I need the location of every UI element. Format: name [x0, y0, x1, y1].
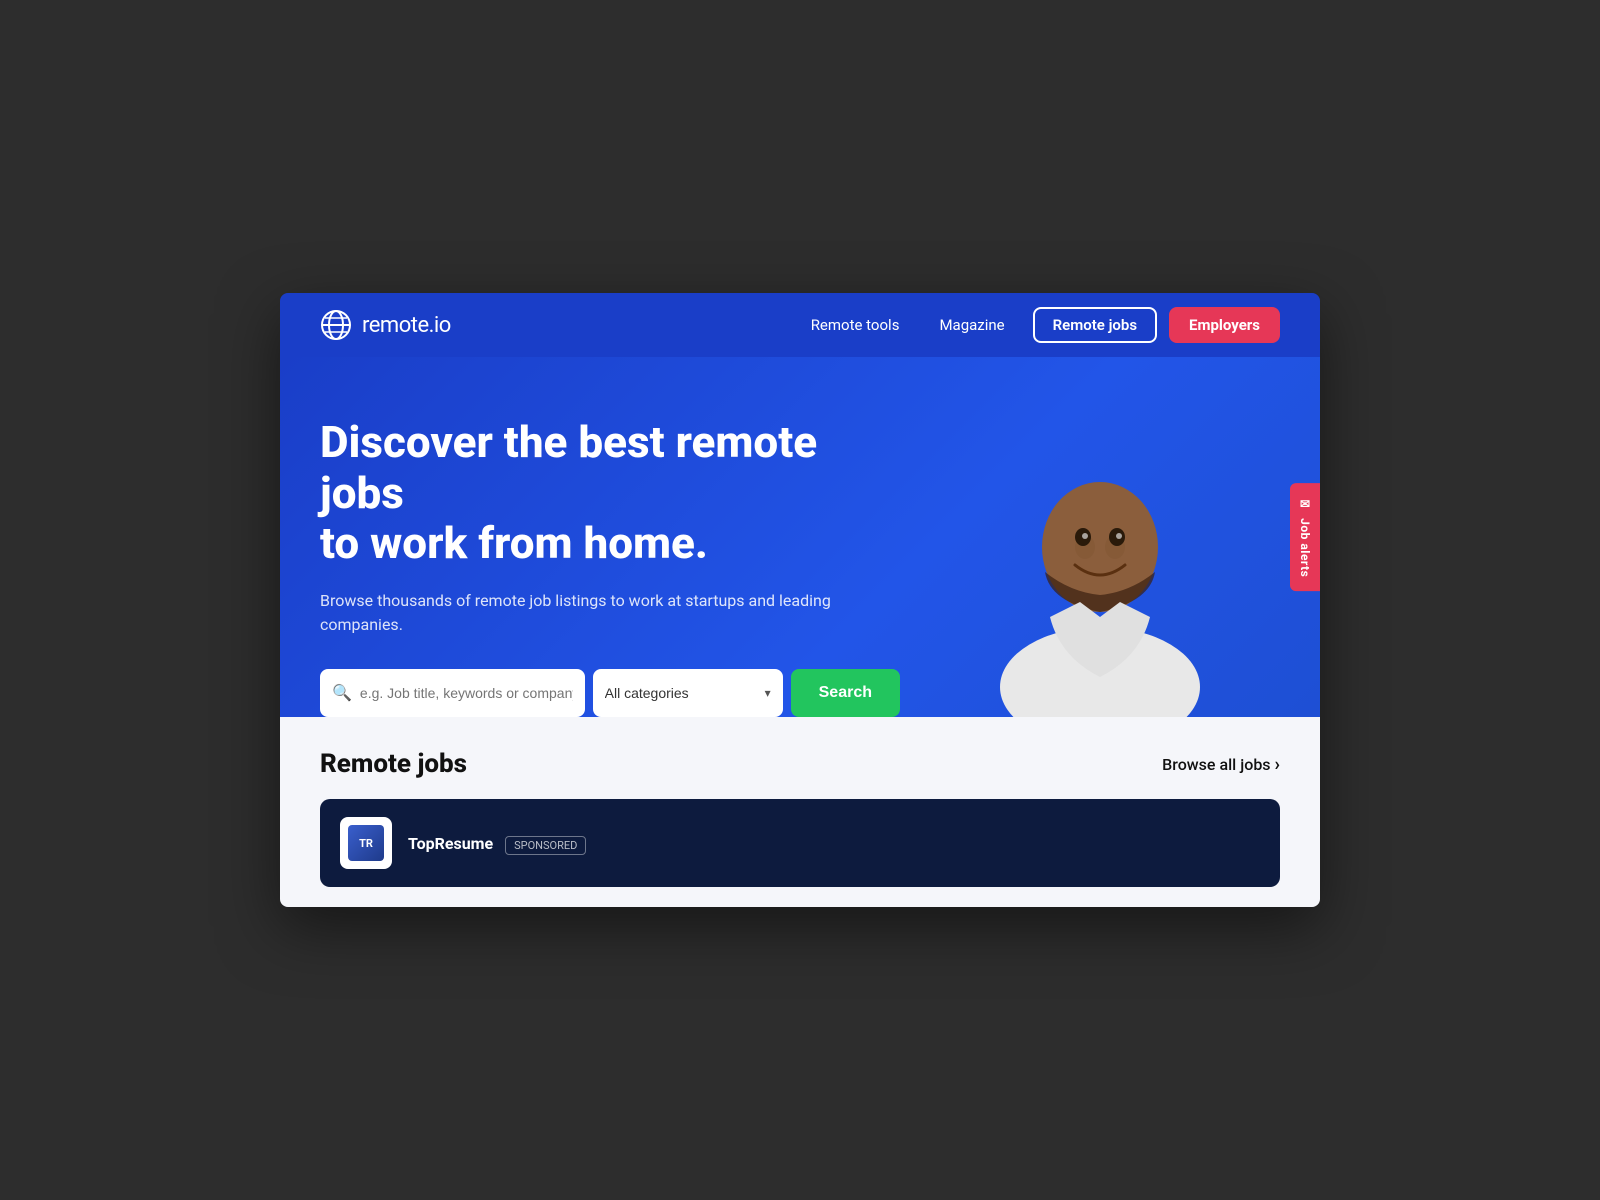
jobs-section-title: Remote jobs [320, 749, 467, 779]
navbar: remote.io Remote tools Magazine Remote j… [280, 293, 1320, 357]
browser-window: remote.io Remote tools Magazine Remote j… [280, 293, 1320, 907]
logo-text: remote.io [362, 313, 451, 338]
search-input[interactable] [360, 685, 573, 701]
browse-all-jobs-label: Browse all jobs [1162, 755, 1270, 774]
search-button[interactable]: Search [791, 669, 900, 717]
browse-all-jobs-link[interactable]: Browse all jobs › [1162, 754, 1280, 775]
company-logo-box: TR [340, 817, 392, 869]
sponsored-company-info: TopResume SPONSORED [408, 834, 586, 853]
sponsored-badge: SPONSORED [505, 836, 586, 855]
hero-section: Discover the best remote jobs to work fr… [280, 357, 1320, 717]
job-alerts-label: Job alerts [1298, 518, 1312, 577]
search-bar: 🔍 All categories Development Design Mark… [320, 669, 900, 717]
logo[interactable]: remote.io [320, 309, 451, 341]
chevron-right-icon: › [1275, 754, 1280, 775]
nav-remote-tools[interactable]: Remote tools [795, 308, 916, 342]
nav-employers-btn[interactable]: Employers [1169, 307, 1280, 343]
company-logo-inner: TR [348, 825, 384, 861]
category-select[interactable]: All categories Development Design Market… [605, 685, 765, 701]
category-select-container: All categories Development Design Market… [593, 669, 783, 717]
jobs-section: Remote jobs Browse all jobs › TR TopResu… [280, 717, 1320, 907]
hero-subtitle: Browse thousands of remote job listings … [320, 589, 900, 637]
nav-remote-jobs-btn[interactable]: Remote jobs [1033, 307, 1157, 343]
job-alerts-tab[interactable]: ✉ Job alerts [1290, 483, 1320, 591]
chevron-down-icon: ▾ [765, 686, 771, 700]
search-icon: 🔍 [332, 683, 352, 702]
hero-content: Discover the best remote jobs to work fr… [320, 417, 900, 717]
bell-icon: ✉ [1298, 497, 1312, 512]
nav-links: Remote tools Magazine Remote jobs Employ… [795, 307, 1280, 343]
jobs-section-header: Remote jobs Browse all jobs › [320, 749, 1280, 779]
nav-magazine[interactable]: Magazine [923, 308, 1020, 342]
company-name: TopResume [408, 834, 493, 853]
logo-globe-icon [320, 309, 352, 341]
hero-title: Discover the best remote jobs to work fr… [320, 417, 900, 569]
sponsored-card: TR TopResume SPONSORED [320, 799, 1280, 887]
person-svg [950, 417, 1250, 717]
hero-person-image [940, 397, 1260, 717]
search-input-container: 🔍 [320, 669, 585, 717]
